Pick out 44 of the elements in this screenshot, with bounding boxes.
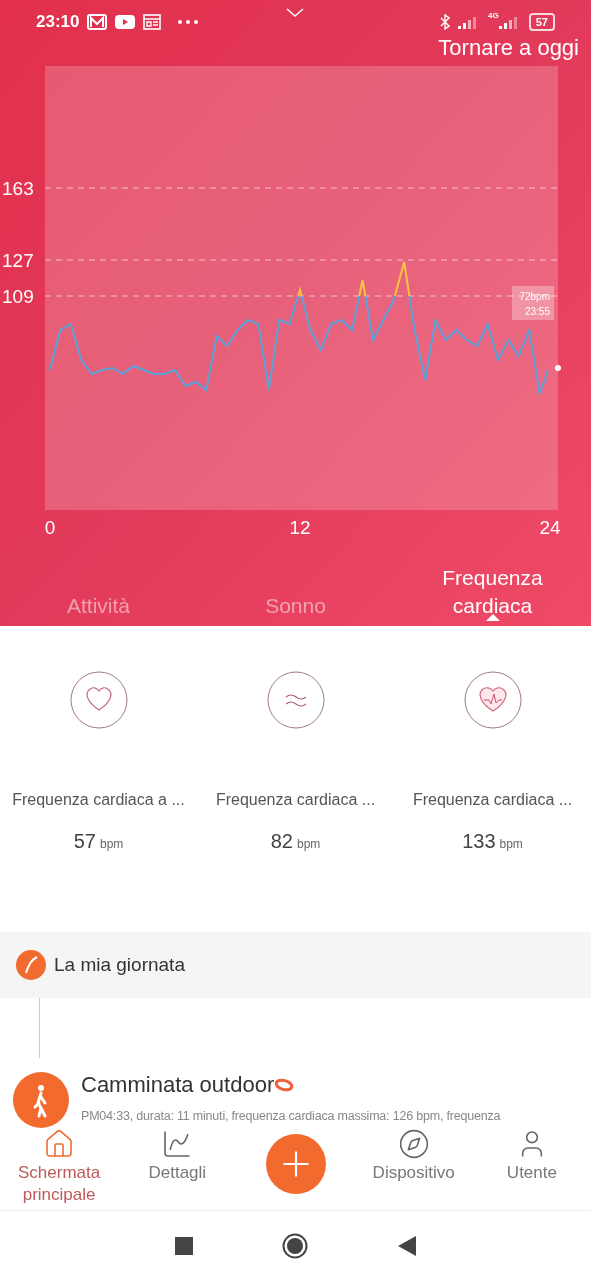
y-tick-label: 163 <box>2 178 34 199</box>
activity-title: Camminata outdoor <box>81 1071 275 1099</box>
selected-pointer-icon <box>485 613 500 621</box>
band-icon <box>274 1077 295 1092</box>
stat-unit: bpm <box>99 836 124 853</box>
feather-icon <box>16 950 46 980</box>
y-tick-label: 127 <box>2 250 34 271</box>
tab[interactable]: Frequenza cardiaca <box>394 564 591 620</box>
network-label: 4G <box>488 12 499 20</box>
stat-value: 133 <box>462 829 496 854</box>
point-marker <box>555 365 561 371</box>
compass-icon <box>397 1128 430 1160</box>
stat-label: Frequenza cardiaca a ... <box>12 790 185 810</box>
nav-tab[interactable]: Dettagli <box>118 1128 237 1184</box>
recent-apps-icon[interactable] <box>174 1236 193 1255</box>
stat-label: Frequenza cardiaca ... <box>412 790 573 810</box>
section-title: La mia giornata <box>54 952 185 977</box>
y-tick-label: 109 <box>2 286 34 307</box>
battery-indicator: 57 <box>528 13 555 31</box>
clock: 23:10 <box>36 11 80 34</box>
nav-tab[interactable]: Dispositivo <box>354 1128 473 1184</box>
today-button[interactable]: Tornare a oggi <box>438 36 579 60</box>
heart-pulse-icon <box>462 670 523 730</box>
video-icon <box>115 15 136 29</box>
chevron-down-icon[interactable] <box>286 8 304 18</box>
bluetooth-icon <box>440 14 451 30</box>
stat-label: Frequenza cardiaca ... <box>215 790 376 810</box>
stat-value: 82 <box>270 829 293 854</box>
back-icon[interactable] <box>398 1235 417 1256</box>
calendar-icon <box>143 14 162 30</box>
nav-tab[interactable]: Utente <box>472 1128 591 1184</box>
more-icon <box>177 19 200 25</box>
stat-unit: bpm <box>296 836 321 853</box>
x-tick-label: 0 <box>44 517 56 538</box>
nav-tab[interactable]: Schermata principale <box>0 1128 119 1206</box>
stat-value: 57 <box>73 829 96 854</box>
mail-icon <box>87 14 108 30</box>
home-button-icon[interactable] <box>282 1232 309 1259</box>
stat-unit: bpm <box>499 836 523 853</box>
value-tooltip: 72bpm 23:55 <box>512 286 554 320</box>
x-tick-label: 12 <box>289 517 311 538</box>
activity-detail: PM04:33, durata: 11 minuti, frequenza cardiaca massima: 126 bpm, frequenza <box>81 1108 501 1125</box>
x-tick-label: 24 <box>539 517 561 538</box>
wave-icon <box>265 670 326 730</box>
